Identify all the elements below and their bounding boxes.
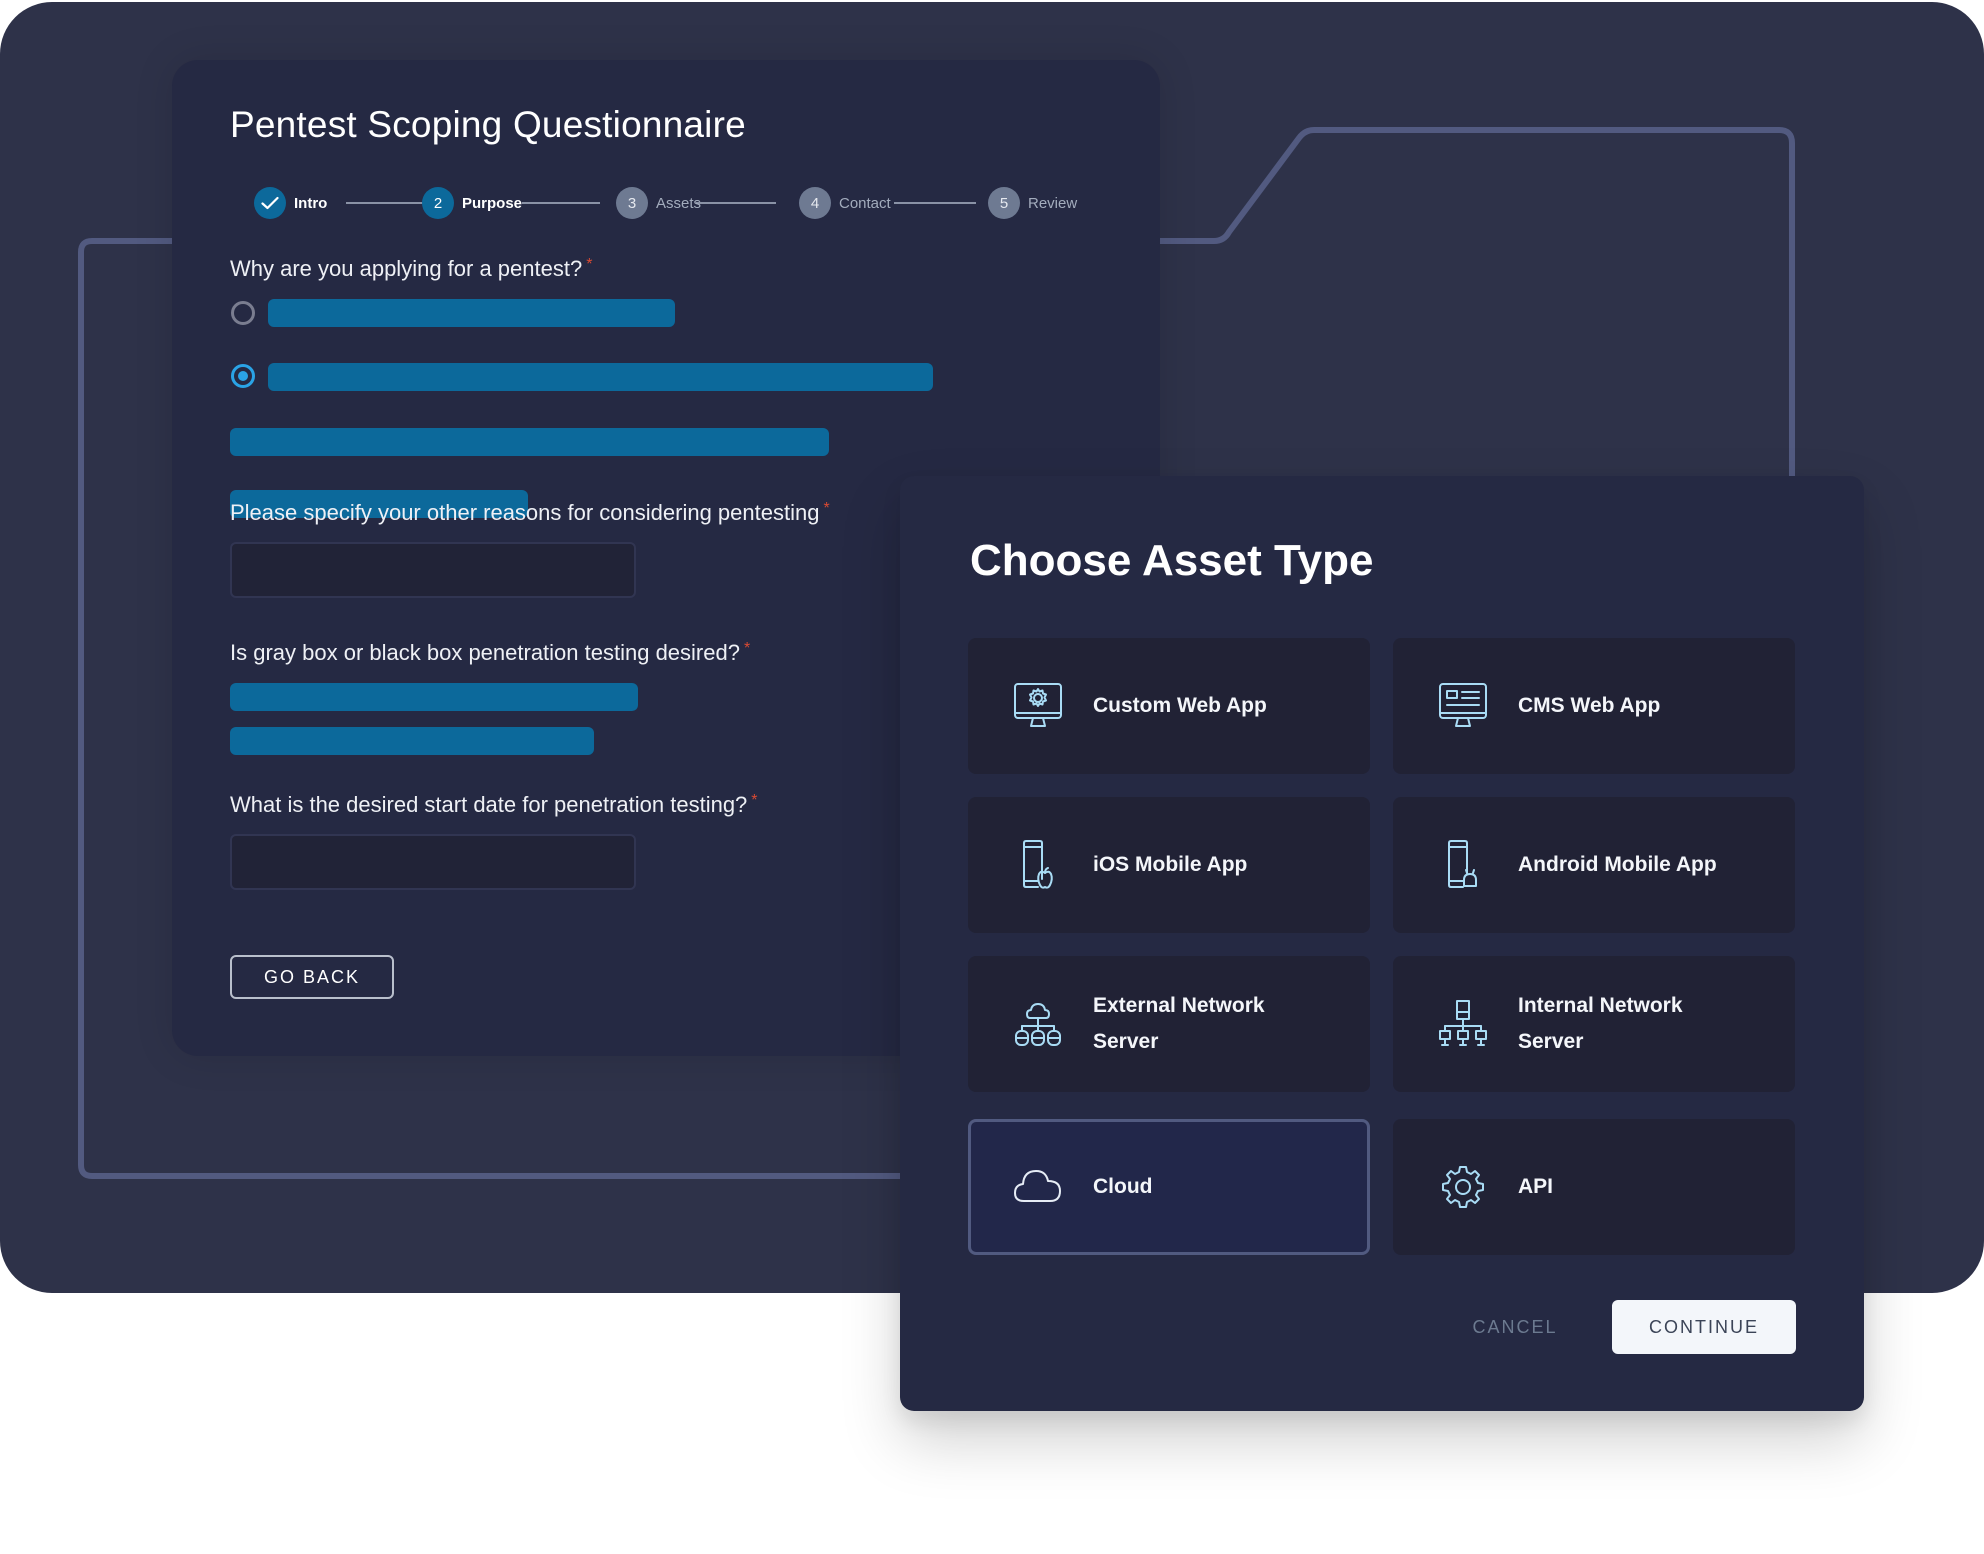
step-contact[interactable]: 4 Contact <box>799 186 891 220</box>
question-box-type: Is gray box or black box penetration tes… <box>230 640 750 666</box>
step-connector <box>696 202 776 204</box>
required-mark: * <box>743 640 751 657</box>
step-intro[interactable]: Intro <box>254 186 327 220</box>
gear-icon <box>1442 1166 1484 1208</box>
step-label: Contact <box>839 194 891 212</box>
progress-stepper: Intro 2 Purpose 3 Assets 4 Contact 5 Rev… <box>254 186 1077 220</box>
choose-asset-type-modal: Choose Asset Type Custom Web App CMS Web… <box>900 476 1864 1411</box>
option-2-placeholder-bar[interactable] <box>268 363 933 391</box>
step-connector <box>894 202 976 204</box>
step-review[interactable]: 5 Review <box>988 186 1077 220</box>
step-number: 3 <box>616 187 648 219</box>
step-number: 4 <box>799 187 831 219</box>
step-label: Intro <box>294 194 328 212</box>
step-label: Review <box>1028 194 1078 212</box>
asset-card-internal-network-server[interactable]: Internal Network Server <box>1393 956 1795 1092</box>
step-label: Purpose <box>462 194 523 212</box>
asset-label: Android Mobile App <box>1518 853 1717 876</box>
go-back-button[interactable]: GO BACK <box>230 955 394 999</box>
question-text: What is the desired start date for penet… <box>230 792 748 817</box>
option-1-placeholder-bar[interactable] <box>268 299 675 327</box>
step-connector <box>522 202 600 204</box>
phone-android-icon <box>1448 840 1477 888</box>
cloud-icon <box>1014 1170 1061 1202</box>
server-network-icon <box>1439 1000 1487 1046</box>
question-text: Is gray box or black box penetration tes… <box>230 640 740 665</box>
asset-label: CMS Web App <box>1518 694 1661 717</box>
asset-label: External Network Server <box>1093 994 1265 1053</box>
option-3-placeholder-bar[interactable] <box>230 428 829 456</box>
asset-label: iOS Mobile App <box>1093 853 1248 876</box>
step-purpose[interactable]: 2 Purpose <box>422 186 522 220</box>
asset-card-custom-web-app[interactable]: Custom Web App <box>968 638 1370 774</box>
cancel-button[interactable]: CANCEL <box>1440 1300 1590 1354</box>
cloud-network-icon <box>1015 1003 1061 1046</box>
question-reason: Why are you applying for a pentest? * <box>230 256 592 282</box>
asset-label: Custom Web App <box>1093 694 1267 717</box>
asset-card-external-network-server[interactable]: External Network Server <box>968 956 1370 1092</box>
questionnaire-title: Pentest Scoping Questionnaire <box>230 104 746 145</box>
required-mark: * <box>586 256 593 273</box>
continue-button[interactable]: CONTINUE <box>1612 1300 1796 1354</box>
asset-card-android-mobile-app[interactable]: Android Mobile App <box>1393 797 1795 933</box>
radio-option-2[interactable] <box>231 364 255 388</box>
asset-card-api[interactable]: API <box>1393 1119 1795 1255</box>
question-text: Why are you applying for a pentest? <box>230 256 583 281</box>
monitor-layout-icon <box>1439 683 1487 727</box>
monitor-gear-icon <box>1014 683 1062 727</box>
question-start-date: What is the desired start date for penet… <box>230 792 758 818</box>
question-text: Please specify your other reasons for co… <box>230 500 820 525</box>
question-other-reasons: Please specify your other reasons for co… <box>230 500 830 526</box>
asset-card-cloud[interactable]: Cloud <box>968 1119 1370 1255</box>
step-number: 5 <box>988 187 1020 219</box>
radio-option-1[interactable] <box>231 301 255 325</box>
step-assets[interactable]: 3 Assets <box>616 186 701 220</box>
step-connector <box>346 202 426 204</box>
required-mark: * <box>823 500 830 517</box>
asset-label: Cloud <box>1093 1175 1153 1198</box>
step-number: 2 <box>422 187 454 219</box>
phone-apple-icon <box>1023 840 1053 889</box>
step-label: Assets <box>656 194 702 212</box>
required-mark: * <box>751 792 758 809</box>
asset-card-ios-mobile-app[interactable]: iOS Mobile App <box>968 797 1370 933</box>
modal-title: Choose Asset Type <box>970 536 1374 585</box>
other-reasons-input[interactable] <box>230 542 636 598</box>
asset-label: API <box>1518 1175 1554 1198</box>
check-icon <box>261 196 279 210</box>
box-type-option-2-bar[interactable] <box>230 727 594 755</box>
asset-card-cms-web-app[interactable]: CMS Web App <box>1393 638 1795 774</box>
start-date-input[interactable] <box>230 834 636 890</box>
asset-label: Internal Network Server <box>1518 994 1683 1053</box>
step-circle-completed <box>254 187 286 219</box>
box-type-option-1-bar[interactable] <box>230 683 638 711</box>
